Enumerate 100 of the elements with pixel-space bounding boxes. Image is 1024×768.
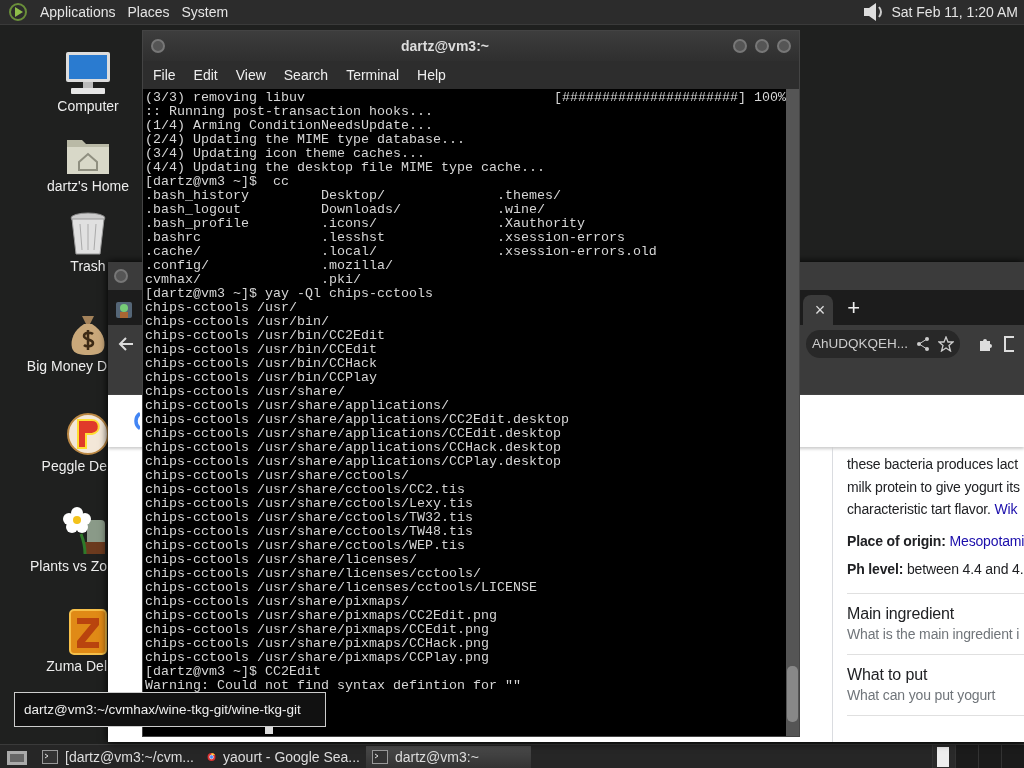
question-title[interactable]: What to put: [847, 665, 1024, 684]
desktop-icon-label[interactable]: dartz's Home: [47, 178, 129, 194]
terminal-line: (1/4) Arming ConditionNeedsUpdate...: [145, 119, 433, 133]
file-name: .Xauthority: [496, 217, 586, 231]
workspace-switcher[interactable]: [932, 744, 1024, 768]
source-link[interactable]: Wik: [994, 501, 1018, 517]
taskbar-item[interactable]: yaourt - Google Sea...: [201, 745, 366, 768]
file-name: Desktop/: [320, 189, 386, 203]
terminal-icon: [372, 749, 388, 764]
close-button[interactable]: [777, 39, 791, 53]
terminal-line: chips-cctools /usr/bin/: [145, 315, 329, 329]
file-name: cvmhax/: [145, 273, 202, 287]
terminal-line: chips-cctools /usr/share/applications/CCHack.desktop: [145, 441, 561, 455]
address-bar[interactable]: AhUDQKQEH...: [806, 329, 960, 358]
panel-menu[interactable]: Applications: [34, 4, 122, 20]
file-name: .pki/: [320, 273, 362, 287]
desktop-icon-label[interactable]: Computer: [57, 98, 119, 114]
file-name: .bash_history: [145, 189, 250, 203]
file-name: .config/: [145, 259, 210, 273]
clock[interactable]: Sat Feb 11, 1:20 AM: [891, 4, 1018, 20]
desktop-icon-label[interactable]: Trash: [70, 258, 106, 274]
progress-text: [######################] 100%: [554, 91, 786, 105]
file-name: .wine/: [496, 203, 546, 217]
file-name: .bashrc: [145, 231, 202, 245]
terminal-line: chips-cctools /usr/share/cctools/TW32.tis: [145, 511, 473, 525]
file-name: .mozilla/: [320, 259, 394, 273]
trash-icon: [69, 212, 107, 256]
tooltip: dartz@vm3:~/cvmhax/wine-tkg-git/wine-tkg-git: [14, 692, 326, 727]
fact: Ph level: between 4.4 and 4.: [847, 560, 1024, 577]
terminal-line: chips-cctools /usr/share/applications/CC2Edit.desktop: [145, 413, 569, 427]
desktop-icon-label[interactable]: Zuma Del: [0, 658, 107, 674]
terminal-line: chips-cctools /usr/share/licenses/: [145, 553, 417, 567]
menu-item[interactable]: File: [147, 67, 182, 83]
terminal-line: chips-cctools /usr/share/cctools/Lexy.tis: [145, 497, 473, 511]
panel-menu[interactable]: Places: [121, 4, 176, 20]
terminal-line: chips-cctools /usr/bin/CCPlay: [145, 371, 377, 385]
terminal-line: chips-cctools /usr/share/pixmaps/CC2Edit.png: [145, 609, 497, 623]
terminal-line: (3/4) Updating icon theme caches...: [145, 147, 425, 161]
file-name: .xsession-errors.old: [496, 245, 658, 259]
window-title: dartz@vm3:~: [400, 38, 490, 54]
desktop-icon-label[interactable]: Big Money D: [0, 358, 107, 374]
question-subtitle: What is the main ingredient i: [847, 625, 1021, 642]
computer-icon: [63, 50, 113, 96]
terminal-line: chips-cctools /usr/share/cctools/CC2.tis: [145, 483, 465, 497]
terminal-line: chips-cctools /usr/share/applications/CCEdit.desktop: [145, 427, 561, 441]
file-name: .bash_profile: [145, 217, 250, 231]
menu-item[interactable]: View: [229, 67, 272, 83]
terminal-line: [dartz@vm3 ~]$ CC2Edit: [145, 665, 321, 679]
terminal-line: chips-cctools /usr/share/cctools/: [145, 469, 409, 483]
terminal-line: chips-cctools /usr/share/licenses/cctools/LICENSE: [145, 581, 537, 595]
terminal-line: [dartz@vm3 ~]$ yay -Ql chips-cctools: [145, 287, 433, 301]
maximize-button[interactable]: [755, 39, 769, 53]
fact-link[interactable]: Mesopotami: [949, 532, 1024, 549]
browser-tab[interactable]: ×: [803, 295, 834, 325]
fact: Place of origin: Mesopotami: [847, 532, 1024, 549]
menu-item[interactable]: Help: [411, 67, 452, 83]
window-button[interactable]: [151, 39, 165, 53]
file-name: Downloads/: [320, 203, 402, 217]
taskbar-item[interactable]: [dartz@vm3:~/cvm...: [36, 745, 201, 768]
terminal-line: chips-cctools /usr/share/: [145, 385, 345, 399]
file-name: .icons/: [320, 217, 378, 231]
back-icon[interactable]: [118, 335, 134, 352]
menu-item[interactable]: Terminal: [340, 67, 406, 83]
desktop-icon-label[interactable]: Peggle De: [0, 458, 107, 474]
terminal-line: chips-cctools /usr/share/applications/: [145, 399, 449, 413]
side-panel-icon[interactable]: [1004, 335, 1014, 352]
terminal-line: chips-cctools /usr/share/pixmaps/: [145, 595, 409, 609]
menu-item[interactable]: Search: [277, 67, 335, 83]
ball-icon: [66, 412, 110, 456]
minimize-button[interactable]: [733, 39, 747, 53]
logo-icon[interactable]: [8, 2, 28, 22]
scrollbar[interactable]: [786, 89, 799, 736]
terminal-line: chips-cctools /usr/: [145, 301, 297, 315]
file-name: .lesshst: [320, 231, 386, 245]
taskbar-item[interactable]: dartz@vm3:~: [366, 745, 531, 768]
terminal-line: (3/3) removing libuv: [145, 91, 305, 105]
question-title[interactable]: Main ingredient: [847, 604, 1024, 623]
terminal-line: (4/4) Updating the desktop file MIME type cache...: [145, 161, 545, 175]
description: these bacteria produces lact milk protein to give yogurt its characteristic tart flavor. Wik: [847, 455, 1021, 519]
new-tab-button[interactable]: +: [843, 295, 864, 321]
desktop-icon-label[interactable]: Plants vs Zo: [0, 558, 107, 574]
share-icon[interactable]: [916, 335, 930, 352]
menu-item[interactable]: Edit: [187, 67, 224, 83]
close-icon[interactable]: ×: [814, 299, 826, 321]
terminal-line: :: Running post-transaction hooks...: [145, 105, 433, 119]
file-name: .cache/: [145, 245, 202, 259]
terminal-line: chips-cctools /usr/share/licenses/cctools/: [145, 567, 481, 581]
terminal-line: chips-cctools /usr/share/cctools/TW48.tis: [145, 525, 473, 539]
window-button[interactable]: [114, 269, 128, 283]
file-name: .local/: [320, 245, 378, 259]
terminal-line: chips-cctools /usr/bin/CCHack: [145, 357, 377, 371]
tile-icon: [68, 608, 108, 656]
terminal-line: chips-cctools /usr/share/cctools/WEP.tis: [145, 539, 465, 553]
file-name: .bash_logout: [145, 203, 242, 217]
terminal-line: chips-cctools /usr/share/applications/CCPlay.desktop: [145, 455, 561, 469]
question-subtitle: What can you put yogurt: [847, 686, 997, 703]
star-icon[interactable]: [938, 335, 954, 352]
favicon-icon: [116, 302, 132, 318]
panel-menu[interactable]: System: [175, 4, 235, 20]
terminal-line: [dartz@vm3 ~]$ cc: [145, 175, 289, 189]
